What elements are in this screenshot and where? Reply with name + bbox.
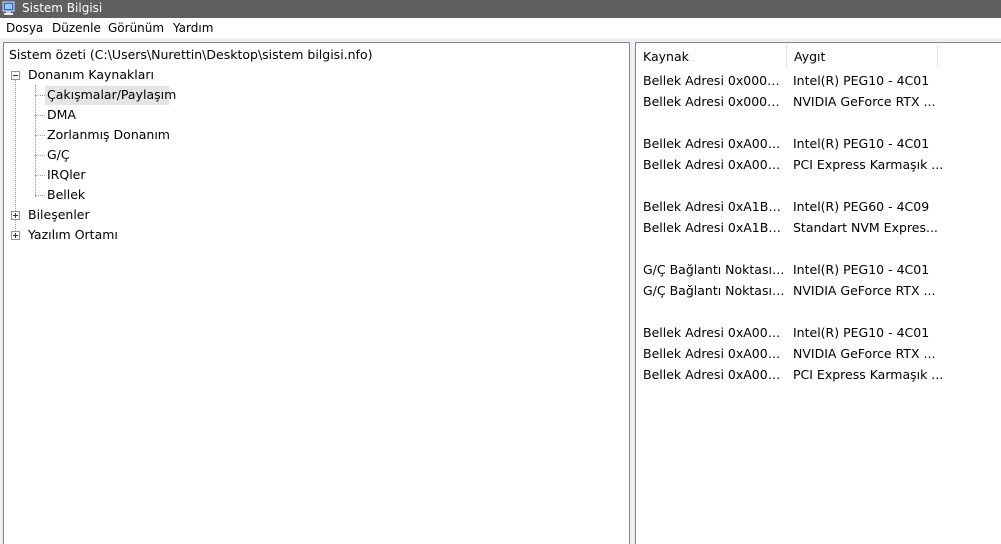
menu-duzenle[interactable]: Düzenle bbox=[52, 18, 101, 39]
menu-yardim[interactable]: Yardım bbox=[173, 18, 213, 39]
system-information-icon bbox=[2, 1, 15, 15]
column-header-resource[interactable]: Kaynak bbox=[636, 43, 786, 69]
list-cell-device[interactable]: Intel(R) PEG10 - 4C01 bbox=[793, 260, 993, 280]
tree-item-hardware-resources[interactable]: Donanım Kaynakları bbox=[28, 65, 154, 85]
list-cell-device[interactable]: Standart NVM Expres... bbox=[793, 218, 993, 238]
list-cell-device[interactable]: Intel(R) PEG10 - 4C01 bbox=[793, 323, 993, 343]
category-tree[interactable]: Sistem özeti (C:\Users\Nurettin\Desktop\… bbox=[3, 42, 630, 544]
list-cell-resource[interactable]: G/Ç Bağlantı Noktası 0... bbox=[643, 260, 786, 280]
tree-item-components[interactable]: Bileşenler bbox=[28, 205, 90, 225]
tree-item-dma[interactable]: DMA bbox=[47, 105, 76, 125]
title-bar[interactable]: Sistem Bilgisi bbox=[0, 0, 1001, 18]
window-title: Sistem Bilgisi bbox=[22, 1, 103, 15]
list-cell-resource[interactable]: Bellek Adresi 0xA0000... bbox=[643, 344, 786, 364]
menu-bar: Dosya Düzenle Görünüm Yardım bbox=[0, 18, 1001, 38]
list-cell-resource[interactable]: Bellek Adresi 0xA0000-... bbox=[643, 155, 786, 175]
tree-item-forced-hardware[interactable]: Zorlanmış Donanım bbox=[47, 125, 170, 145]
list-cell-resource[interactable]: Bellek Adresi 0x0000-0... bbox=[643, 71, 786, 91]
list-cell-resource[interactable]: Bellek Adresi 0xA1B00... bbox=[643, 218, 786, 238]
list-cell-resource[interactable]: Bellek Adresi 0xA1B00... bbox=[643, 197, 786, 217]
column-separator[interactable] bbox=[937, 45, 938, 67]
tree-item-irqs[interactable]: IRQler bbox=[47, 165, 86, 185]
list-cell-resource[interactable]: Bellek Adresi 0xA0000-... bbox=[643, 134, 786, 154]
column-header-device[interactable]: Aygıt bbox=[787, 43, 937, 69]
list-cell-device[interactable]: PCI Express Karmaşık ... bbox=[793, 365, 993, 385]
list-cell-device[interactable]: NVIDIA GeForce RTX ... bbox=[793, 92, 993, 112]
menu-dosya[interactable]: Dosya bbox=[6, 18, 43, 39]
expand-plus-icon[interactable] bbox=[11, 211, 20, 220]
list-cell-device[interactable]: Intel(R) PEG60 - 4C09 bbox=[793, 197, 993, 217]
list-cell-resource[interactable]: Bellek Adresi 0xA0000... bbox=[643, 365, 786, 385]
list-cell-device[interactable]: PCI Express Karmaşık ... bbox=[793, 155, 993, 175]
tree-item-conflicts-sharing[interactable]: Çakışmalar/Paylaşım bbox=[47, 85, 176, 105]
list-cell-resource[interactable]: G/Ç Bağlantı Noktası 0... bbox=[643, 281, 786, 301]
tree-item-memory[interactable]: Bellek bbox=[47, 185, 85, 205]
tree-item-io[interactable]: G/Ç bbox=[47, 145, 70, 165]
collapse-minus-icon[interactable] bbox=[11, 71, 20, 80]
tree-line bbox=[35, 175, 45, 176]
menu-gorunum[interactable]: Görünüm bbox=[108, 18, 164, 39]
details-list[interactable]: Kaynak Aygıt Bellek Adresi 0x0000-0... In… bbox=[635, 42, 1001, 544]
tree-line bbox=[35, 155, 45, 156]
tree-root-system-summary[interactable]: Sistem özeti (C:\Users\Nurettin\Desktop\… bbox=[9, 45, 372, 65]
tree-line bbox=[35, 195, 45, 196]
tree-line bbox=[35, 135, 45, 136]
tree-item-software-environment[interactable]: Yazılım Ortamı bbox=[28, 225, 118, 245]
list-cell-device[interactable]: NVIDIA GeForce RTX ... bbox=[793, 344, 993, 364]
list-cell-device[interactable]: NVIDIA GeForce RTX ... bbox=[793, 281, 993, 301]
tree-line bbox=[35, 95, 45, 96]
tree-line bbox=[35, 115, 45, 116]
list-cell-resource[interactable]: Bellek Adresi 0xA0000... bbox=[643, 323, 786, 343]
list-cell-device[interactable]: Intel(R) PEG10 - 4C01 bbox=[793, 134, 993, 154]
list-cell-device[interactable]: Intel(R) PEG10 - 4C01 bbox=[793, 71, 993, 91]
list-cell-resource[interactable]: Bellek Adresi 0x0000-0... bbox=[643, 92, 786, 112]
tree-line bbox=[35, 85, 36, 197]
expand-plus-icon[interactable] bbox=[11, 231, 20, 240]
